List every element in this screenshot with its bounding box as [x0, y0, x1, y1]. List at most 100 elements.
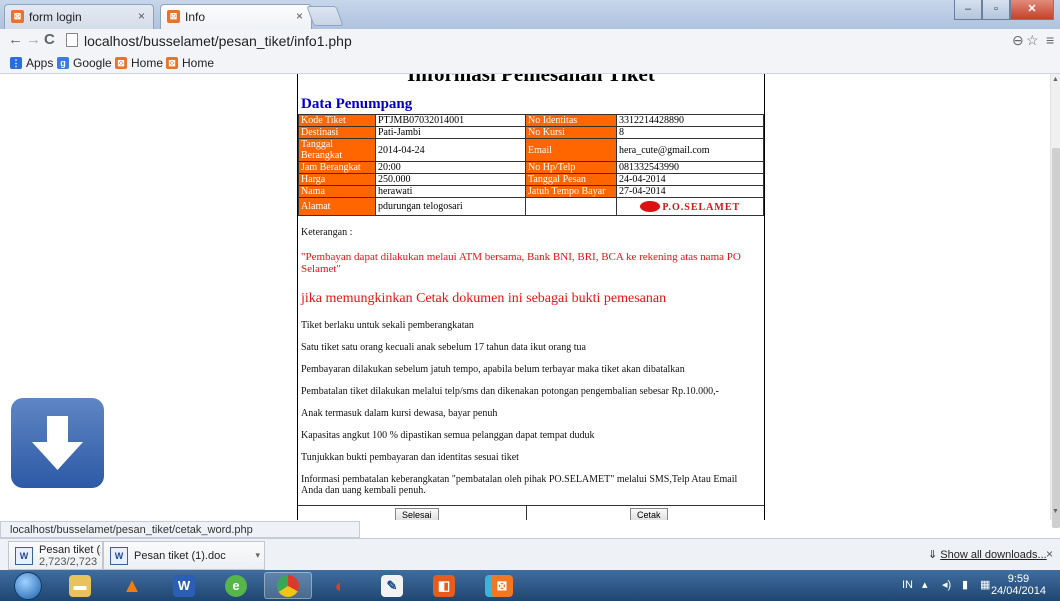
close-tab-icon[interactable]: ×	[296, 9, 303, 23]
scroll-down-icon[interactable]: ▼	[1052, 508, 1059, 515]
taskbar-xampp[interactable]: ⊠	[478, 572, 526, 599]
show-all-label: Show all downloads...	[940, 549, 1047, 561]
close-window-icon[interactable]: ✕	[1010, 0, 1054, 20]
chrome-icon	[277, 574, 299, 597]
forward-icon[interactable]: →	[26, 31, 41, 48]
maximize-icon[interactable]: ▫	[982, 0, 1010, 20]
field-label: Destinasi	[298, 126, 376, 139]
folder-icon: ▬	[69, 574, 91, 597]
bookmark-apps[interactable]: ⋮ Apps	[10, 56, 53, 70]
rule-item: Kapasitas angkut 100 % dipastikan semua …	[301, 430, 595, 441]
download-item[interactable]: W Pesan tiket (1).doc ▾	[103, 541, 265, 570]
taskbar-explorer[interactable]: ▬	[56, 572, 104, 599]
scroll-up-icon[interactable]: ▲	[1052, 76, 1059, 83]
windows-logo-icon	[14, 571, 42, 600]
vlc-cone-icon: ▲	[122, 574, 142, 597]
download-arrow-icon[interactable]	[11, 398, 104, 488]
bookmark-star-icon[interactable]: ☆	[1026, 32, 1039, 49]
tab-info[interactable]: ⊠ Info ×	[160, 4, 312, 29]
rule-item: Anak termasuk dalam kursi dewasa, bayar …	[301, 408, 498, 419]
rule-item: Tiket berlaku untuk sekali pemberangkata…	[301, 320, 474, 331]
app-box-icon: ◧	[433, 574, 455, 597]
field-value: 27-04-2014	[616, 185, 764, 198]
field-label: Nama	[298, 185, 376, 198]
bookmark-home-2[interactable]: ⊠ Home	[166, 56, 214, 70]
new-tab-button[interactable]	[306, 6, 344, 26]
field-label: Alamat	[298, 197, 376, 216]
clock-time: 9:59	[1007, 573, 1030, 585]
site-favicon-icon: ⊠	[166, 57, 178, 69]
address-bar[interactable]: localhost/busselamet/pesan_tiket/info1.p…	[66, 32, 1006, 50]
taskbar-chrome[interactable]	[264, 572, 312, 599]
word-icon: W	[173, 574, 195, 597]
passenger-table: Kode Tiket PTJMB07032014001 No Identitas 33…	[298, 114, 764, 216]
action-row: Selesai Cetak	[298, 505, 764, 520]
show-all-downloads-link[interactable]: ⇓ Show all downloads...	[928, 548, 1047, 561]
reload-icon[interactable]: C	[44, 31, 55, 48]
field-value: Pati-Jambi	[375, 126, 526, 139]
site-favicon-icon: ⊠	[167, 10, 180, 23]
taskbar-ie[interactable]: e	[212, 572, 260, 599]
battery-icon[interactable]: ▮	[962, 578, 968, 591]
download-item[interactable]: W Pesan tiket (2).doc 2,723/2,723 B, 0	[8, 541, 103, 570]
word-document-icon: W	[15, 546, 33, 565]
scrollbar-thumb[interactable]	[1052, 148, 1060, 528]
xampp-icon: ⊠	[491, 574, 513, 597]
taskbar-app-red[interactable]: ◐	[316, 572, 364, 599]
tab-form-login[interactable]: ⊠ form login ×	[4, 4, 154, 29]
print-button[interactable]: Cetak	[630, 508, 668, 520]
back-icon[interactable]: ←	[8, 31, 23, 48]
download-arrow-glyph	[32, 416, 83, 470]
bookmark-google[interactable]: g Google	[57, 56, 112, 70]
table-row: Tanggal Berangkat 2014-04-24 Email hera_cut…	[298, 138, 764, 162]
chevron-down-icon[interactable]: ▾	[255, 550, 260, 561]
bookmark-label: Apps	[26, 56, 54, 70]
download-name: Pesan tiket (2).doc	[39, 543, 101, 556]
windows-taskbar: ▬ ▲ W e ◐ ✎ ◧ ▰ ⊠ IN ▴ ◂) ▮ ▦ 9:59 24/04…	[0, 570, 1060, 601]
apps-grid-icon: ⋮	[10, 57, 22, 69]
show-hidden-icons-icon[interactable]: ▴	[922, 578, 928, 591]
menu-icon[interactable]: ≡	[1046, 32, 1054, 48]
rule-item: Pembayaran dilakukan sebelum jatuh tempo…	[301, 364, 685, 375]
start-button[interactable]	[4, 571, 52, 600]
table-row: Nama herawati Jatuh Tempo Bayar 27-04-2014	[298, 185, 764, 198]
language-indicator[interactable]: IN	[902, 579, 913, 591]
payment-note: "Pembayan dapat dilakukan melaui ATM ber…	[301, 251, 741, 275]
field-label: Kode Tiket	[298, 114, 376, 127]
minimize-icon[interactable]: –	[954, 0, 982, 20]
tab-strip: ⊠ form login × ⊠ Info × – ▫ ✕	[0, 0, 1060, 29]
volume-icon[interactable]: ◂)	[942, 578, 951, 591]
vertical-scrollbar[interactable]: ▲ ▼	[1050, 74, 1060, 528]
bookmark-label: Google	[73, 56, 112, 70]
network-icon[interactable]: ▦	[980, 578, 990, 591]
print-note: jika memungkinkan Cetak dokumen ini seba…	[301, 291, 667, 306]
taskbar-word[interactable]: W	[160, 572, 208, 599]
table-row: Harga 250.000 Tanggal Pesan 24-04-2014	[298, 173, 764, 186]
taskbar-app-bird[interactable]: ✎	[368, 572, 416, 599]
done-button[interactable]: Selesai	[395, 508, 439, 520]
status-bar: localhost/busselamet/pesan_tiket/cetak_w…	[0, 521, 360, 538]
field-label: Jatuh Tempo Bayar	[525, 185, 617, 198]
field-value: 24-04-2014	[616, 173, 764, 186]
tab-title: form login	[29, 10, 82, 24]
field-label: No Hp/Telp	[525, 161, 617, 174]
zoom-icon[interactable]: ⊖	[1012, 32, 1024, 49]
company-logo: P.O.SELAMET	[616, 197, 764, 216]
url-path: busselamet/pesan_tiket/info1.php	[143, 33, 352, 49]
field-value: pdurungan telogosari	[375, 197, 526, 216]
internet-explorer-icon: e	[225, 574, 247, 597]
field-value: 20:00	[375, 161, 526, 174]
taskbar-vlc[interactable]: ▲	[108, 572, 156, 599]
browser-toolbar: ← → C localhost/busselamet/pesan_tiket/i…	[0, 29, 1060, 54]
google-icon: g	[57, 57, 69, 69]
close-tab-icon[interactable]: ×	[138, 9, 145, 23]
page-icon	[66, 33, 78, 47]
section-title: Data Penumpang	[301, 96, 413, 112]
bookmark-home-1[interactable]: ⊠ Home	[115, 56, 163, 70]
taskbar-app-orange[interactable]: ◧	[420, 572, 468, 599]
window-controls: – ▫ ✕	[954, 0, 1054, 20]
rule-item: Satu tiket satu orang kecuali anak sebel…	[301, 342, 586, 353]
system-clock[interactable]: 9:59 24/04/2014	[991, 573, 1046, 597]
close-shelf-icon[interactable]: ×	[1046, 547, 1053, 561]
divider	[526, 506, 527, 520]
